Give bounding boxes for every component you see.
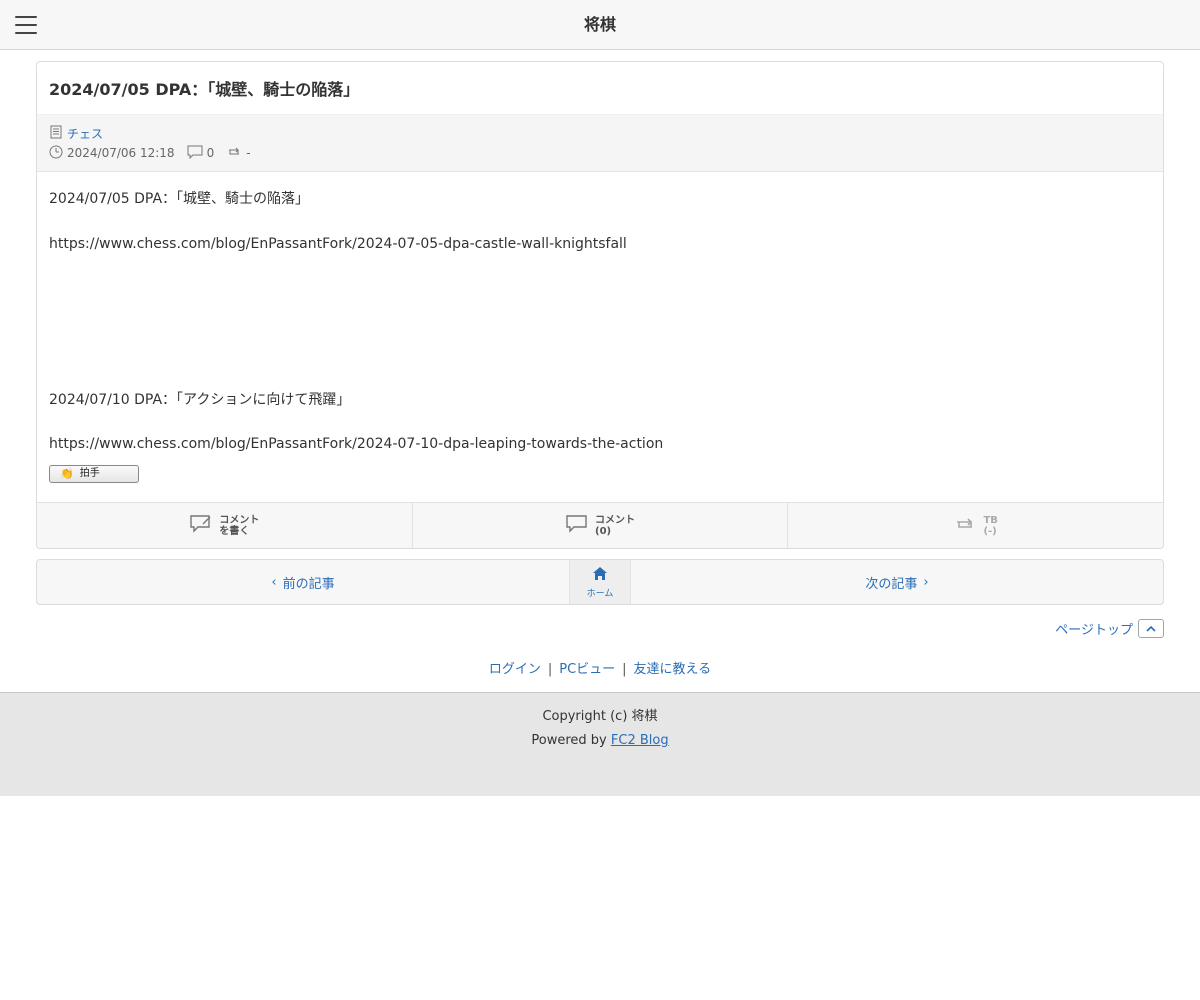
trackback-button[interactable]: TB (-) xyxy=(788,503,1163,548)
chevron-up-icon xyxy=(1138,619,1164,638)
entry-datetime: 2024/07/06 12:18 xyxy=(67,146,175,160)
trackback-icon xyxy=(953,514,977,538)
body-link[interactable]: https://www.chess.com/blog/EnPassantFork… xyxy=(49,233,1151,255)
clapping-hands-icon: 👏 xyxy=(60,467,74,480)
next-entry-link[interactable]: 次の記事 › xyxy=(631,560,1163,604)
tb-line2: (-) xyxy=(983,525,997,537)
footer-links: ログイン | PCビュー | 友達に教える xyxy=(36,658,1164,677)
hamburger-menu-icon[interactable] xyxy=(15,16,37,34)
body-link[interactable]: https://www.chess.com/blog/EnPassantFork… xyxy=(49,433,1151,455)
separator: | xyxy=(547,662,553,677)
site-title[interactable]: 将棋 xyxy=(0,0,1200,50)
separator: | xyxy=(622,662,627,677)
clap-button[interactable]: 👏 拍手 xyxy=(49,465,139,483)
login-link[interactable]: ログイン xyxy=(489,662,541,677)
entry-meta: チェス 2024/07/06 12:18 0 - xyxy=(37,114,1163,172)
tb-line1: TB xyxy=(983,514,998,526)
next-entry-label: 次の記事 xyxy=(865,576,918,592)
comment-count: 0 xyxy=(206,146,215,160)
trackback-icon xyxy=(226,145,242,162)
comment-bubble-icon xyxy=(565,514,589,538)
comments-line1: コメント xyxy=(595,514,635,526)
body-paragraph: 2024/07/10 DPA：「アクションに向けて飛躍」 xyxy=(49,392,351,408)
clock-icon xyxy=(49,145,63,162)
embed-space xyxy=(49,255,1151,389)
entry-body: 2024/07/05 DPA：「城壁、騎士の陥落」 https://www.ch… xyxy=(37,172,1163,502)
page-top-link[interactable]: ページトップ xyxy=(1055,619,1164,638)
footer: Copyright (c) 将棋 Powered by FC2 Blog xyxy=(0,692,1200,796)
main-content: 2024/07/05 DPA：「城壁、騎士の陥落」 チェス 2024/07/06… xyxy=(36,61,1164,677)
category-link[interactable]: チェス xyxy=(67,125,103,142)
page-top-label: ページトップ xyxy=(1055,623,1133,638)
body-paragraph: 2024/07/05 DPA：「城壁、騎士の陥落」 xyxy=(49,191,310,207)
trackback-count: - xyxy=(246,146,251,160)
chevron-left-icon: ‹ xyxy=(271,574,277,590)
clap-label: 拍手 xyxy=(79,468,100,479)
write-comment-button[interactable]: コメント を書く xyxy=(37,503,413,548)
prev-entry-label: 前の記事 xyxy=(282,576,335,592)
chevron-right-icon: › xyxy=(923,574,929,590)
entry-actions: コメント を書く コメント (0) TB (-) xyxy=(37,502,1163,548)
powered-by: Powered by FC2 Blog xyxy=(0,729,1200,753)
fc2-blog-link[interactable]: FC2 Blog xyxy=(611,733,669,748)
write-comment-line1: コメント xyxy=(219,514,260,526)
copyright-text: Copyright (c) 将棋 xyxy=(542,709,658,724)
comment-icon xyxy=(187,145,203,162)
prev-entry-link[interactable]: ‹ 前の記事 xyxy=(37,560,569,604)
comments-line2: (0) xyxy=(595,525,612,537)
pager: ‹ 前の記事 ホーム 次の記事 › xyxy=(36,559,1164,605)
powered-by-prefix: Powered by xyxy=(531,733,607,748)
home-icon xyxy=(592,566,608,585)
write-comment-icon xyxy=(189,514,213,538)
write-comment-line2: を書く xyxy=(219,525,250,537)
home-label: ホーム xyxy=(586,588,614,599)
entry-card: 2024/07/05 DPA：「城壁、騎士の陥落」 チェス 2024/07/06… xyxy=(36,61,1164,549)
tell-friend-link[interactable]: 友達に教える xyxy=(634,662,712,677)
top-bar: 将棋 xyxy=(0,0,1200,50)
entry-title: 2024/07/05 DPA：「城壁、騎士の陥落」 xyxy=(49,80,360,99)
pc-view-link[interactable]: PCビュー xyxy=(559,662,615,677)
page-top-container: ページトップ xyxy=(36,619,1164,638)
home-button[interactable]: ホーム xyxy=(569,560,631,604)
document-icon xyxy=(49,125,63,142)
comments-button[interactable]: コメント (0) xyxy=(413,503,789,548)
